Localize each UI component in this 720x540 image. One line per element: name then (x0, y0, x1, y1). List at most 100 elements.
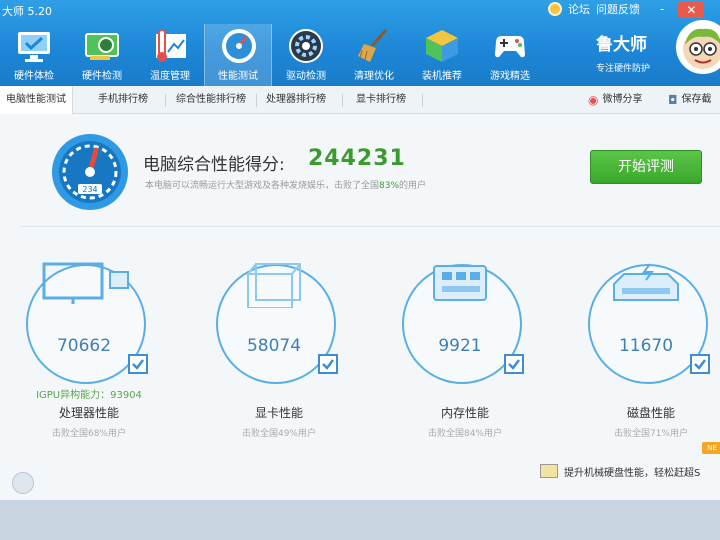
disk-drive-icon (613, 263, 679, 301)
tab-separator (422, 94, 423, 107)
gamepad-icon (495, 36, 525, 58)
save-screenshot-label: 保存截 (681, 94, 712, 105)
score-desc-suffix: 的用户 (399, 181, 427, 191)
tab-separator (165, 94, 166, 107)
title-bar: 大师 5.20 论坛 问题反馈 - ✕ 硬件体检 硬件检测 温度管理 性能测试 … (0, 0, 720, 86)
start-test-button[interactable]: 开始评测 (590, 150, 702, 184)
graphics-card-icon (85, 33, 119, 60)
settings-icon[interactable] (12, 472, 34, 494)
gpu-beat-percent: 击败全国49%用户 (241, 429, 316, 439)
check-icon (322, 359, 334, 370)
sub-tab-bar: 电脑性能测试 手机排行榜 综合性能排行榜 处理器排行榜 显卡排行榜 ◉ 微博分享… (0, 86, 720, 114)
nav-label: 清理优化 (354, 71, 394, 82)
weibo-icon: ◉ (588, 93, 599, 107)
camera-icon: ◘ (668, 93, 678, 107)
nav-performance-test[interactable]: 性能测试 (204, 24, 272, 86)
window-controls: - ✕ (660, 2, 705, 18)
nav-temperature[interactable]: 温度管理 (136, 24, 204, 86)
save-screenshot-button[interactable]: ◘ 保存截 (668, 86, 712, 114)
nav-label: 游戏精选 (490, 71, 530, 82)
brand-slogan: 专注硬件防护 (596, 64, 651, 74)
cpu-monitor-icon (42, 262, 129, 304)
nav-hardware-detect[interactable]: 硬件检测 (68, 24, 136, 86)
nav-label: 性能测试 (218, 71, 258, 82)
broom-icon (358, 29, 388, 62)
thermometer-icon (156, 29, 186, 62)
tab-pc-performance[interactable]: 电脑性能测试 (0, 86, 73, 114)
driver-gear-icon (289, 29, 323, 63)
new-badge: NE (702, 442, 720, 454)
memory-title: 内存性能 (440, 406, 489, 420)
nav-label: 装机推荐 (422, 71, 462, 82)
gpu-performance-card[interactable]: 58074 显卡性能 击败全国49%用户 (204, 258, 364, 458)
app-title: 大师 5.20 (2, 5, 52, 18)
tab-separator (256, 94, 257, 107)
weibo-share-button[interactable]: ◉ 微博分享 (588, 86, 642, 114)
memory-beat-percent: 击败全国84%用户 (427, 429, 502, 439)
gpu-cube-icon (247, 263, 301, 308)
cube-icon (426, 30, 458, 62)
disk-boost-promo[interactable]: 提升机械硬盘性能，轻松赶超S (540, 460, 720, 482)
brand-name: 鲁大师 (596, 35, 647, 55)
gpu-score: 58074 (246, 336, 302, 356)
hdd-icon (540, 464, 558, 478)
tab-overall-ranking[interactable]: 综合性能排行榜 (176, 86, 246, 114)
tab-phone-ranking[interactable]: 手机排行榜 (98, 86, 148, 114)
main-nav: 硬件体检 硬件检测 温度管理 性能测试 驱动检测 清理优化 装机推荐 游戏精选 (0, 24, 544, 86)
check-icon (508, 359, 520, 370)
nav-build-recommend[interactable]: 装机推荐 (408, 24, 476, 86)
section-divider (20, 226, 720, 227)
monitor-check-icon (18, 32, 50, 62)
close-button[interactable]: ✕ (678, 2, 705, 18)
cpu-beat-percent: 击败全国68%用户 (51, 429, 126, 439)
cpu-title: 处理器性能 (58, 406, 119, 420)
cpu-checkbox[interactable] (128, 354, 148, 374)
disk-score: 11670 (618, 336, 674, 356)
overall-score: 244231 (308, 146, 406, 171)
nav-label: 硬件体检 (14, 71, 54, 82)
tab-separator (342, 94, 343, 107)
nav-cleanup[interactable]: 清理优化 (340, 24, 408, 86)
disk-performance-card[interactable]: 11670 磁盘性能 击败全国71%用户 (576, 258, 720, 458)
nav-game-picks[interactable]: 游戏精选 (476, 24, 544, 86)
minimize-button[interactable]: - (660, 2, 664, 18)
gauge-reading: 234 (82, 185, 97, 194)
nav-driver-detect[interactable]: 驱动检测 (272, 24, 340, 86)
memory-score: 9921 (438, 336, 482, 356)
memory-chip-icon (433, 265, 487, 301)
taskbar (0, 500, 720, 540)
nav-label: 驱动检测 (286, 71, 326, 82)
overall-gauge-icon: 234 (52, 134, 128, 210)
nav-label: 温度管理 (150, 71, 190, 82)
check-icon (132, 359, 144, 370)
score-desc-percent: 83% (379, 181, 400, 191)
check-icon (694, 359, 706, 370)
brand: 鲁大师 专注硬件防护 (596, 30, 650, 74)
cpu-performance-card[interactable]: 70662 IGPU异构能力：93904 处理器性能 击败全国68%用户 (14, 258, 174, 458)
mascot-face-icon (683, 28, 720, 69)
score-desc-prefix: 本电脑可以流畅运行大型游戏及各种发烧娱乐，击败了全国 (145, 181, 380, 191)
speedometer-icon (222, 29, 256, 63)
gpu-title: 显卡性能 (254, 406, 303, 420)
coin-icon[interactable] (548, 2, 562, 16)
tab-cpu-ranking[interactable]: 处理器排行榜 (266, 86, 326, 114)
forum-link[interactable]: 论坛 (568, 1, 590, 17)
disk-beat-percent: 击败全国71%用户 (613, 429, 688, 439)
disk-checkbox[interactable] (690, 354, 710, 374)
disk-title: 磁盘性能 (626, 406, 675, 420)
score-description: 本电脑可以流畅运行大型游戏及各种发烧娱乐，击败了全国83%的用户 (145, 178, 426, 191)
score-label: 电脑综合性能得分: (143, 155, 285, 175)
nav-hardware-checkup[interactable]: 硬件体检 (0, 24, 68, 86)
memory-checkbox[interactable] (504, 354, 524, 374)
gpu-checkbox[interactable] (318, 354, 338, 374)
nav-label: 硬件检测 (82, 71, 122, 82)
mascot-avatar[interactable] (676, 20, 720, 74)
igpu-score: IGPU异构能力：93904 (36, 390, 142, 401)
memory-performance-card[interactable]: 9921 内存性能 击败全国84%用户 (390, 258, 550, 458)
promo-text: 提升机械硬盘性能，轻松赶超S (564, 467, 701, 479)
top-links: 论坛 问题反馈 (548, 1, 640, 17)
tab-gpu-ranking[interactable]: 显卡排行榜 (356, 86, 406, 114)
weibo-share-label: 微博分享 (602, 94, 643, 105)
feedback-link[interactable]: 问题反馈 (596, 1, 640, 17)
cpu-score: 70662 (56, 336, 112, 356)
